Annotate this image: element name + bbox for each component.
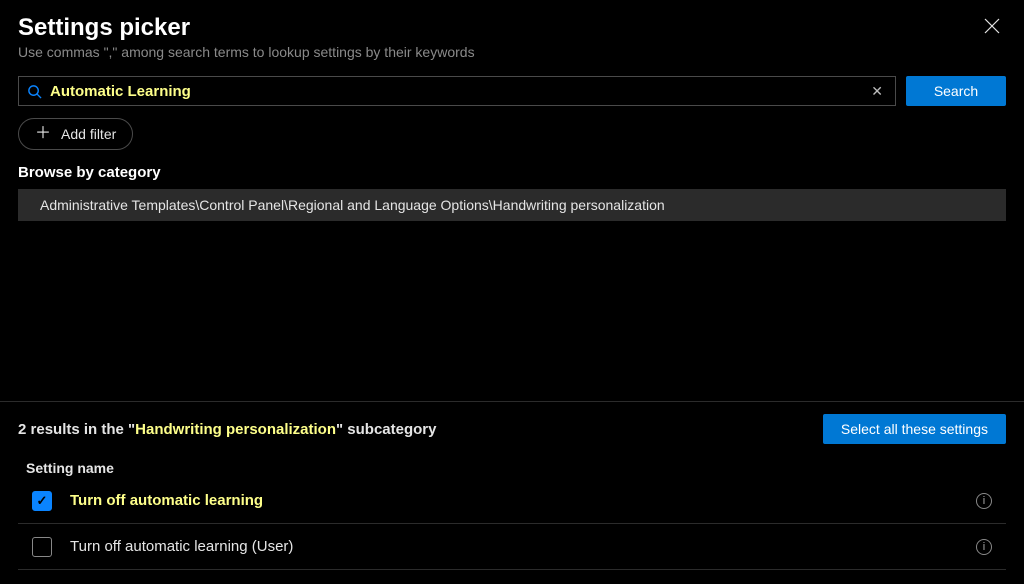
search-icon — [27, 84, 42, 99]
setting-name-label: Turn off automatic learning (User) — [70, 538, 976, 555]
browse-by-category-label: Browse by category — [18, 164, 1006, 181]
close-icon — [984, 18, 1000, 34]
info-icon[interactable]: i — [976, 539, 992, 555]
close-button[interactable] — [978, 14, 1006, 43]
row-checkbox[interactable] — [32, 491, 52, 511]
add-filter-label: Add filter — [61, 126, 116, 142]
add-filter-button[interactable]: ＋ Add filter — [18, 118, 133, 150]
setting-name-label: Turn off automatic learning — [70, 492, 976, 509]
row-checkbox[interactable] — [32, 537, 52, 557]
search-button[interactable]: Search — [906, 76, 1006, 106]
page-title: Settings picker — [18, 14, 475, 42]
search-input[interactable] — [50, 83, 867, 100]
plus-icon: ＋ — [35, 126, 51, 142]
column-header-setting-name: Setting name — [26, 460, 1006, 476]
search-input-container[interactable]: ✕ — [18, 76, 896, 106]
info-icon[interactable]: i — [976, 493, 992, 509]
page-subtitle: Use commas "," among search terms to loo… — [18, 44, 475, 60]
clear-search-button[interactable]: ✕ — [867, 83, 887, 100]
section-divider — [0, 401, 1024, 402]
results-summary: 2 results in the "Handwriting personaliz… — [18, 421, 437, 438]
category-breadcrumb[interactable]: Administrative Templates\Control Panel\R… — [18, 189, 1006, 221]
select-all-button[interactable]: Select all these settings — [823, 414, 1006, 444]
table-row[interactable]: Turn off automatic learning i — [18, 478, 1006, 524]
table-row[interactable]: Turn off automatic learning (User) i — [18, 524, 1006, 570]
